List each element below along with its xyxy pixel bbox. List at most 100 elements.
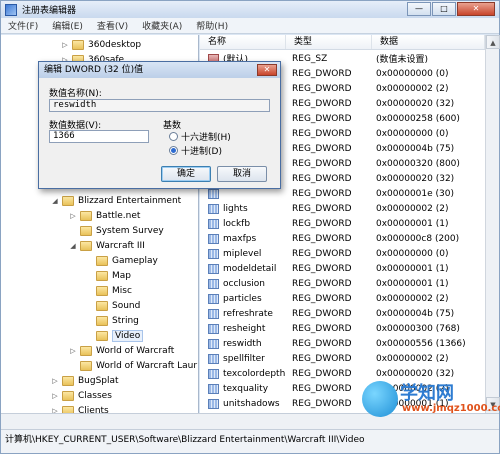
- value-row[interactable]: reswidth REG_DWORD 0x00000556 (1366): [200, 336, 499, 351]
- value-name-cell: spellfilter: [200, 353, 286, 364]
- value-data: 0x00000002 (2): [376, 203, 449, 214]
- folder-icon: [80, 240, 92, 251]
- decimal-radio-dot[interactable]: [169, 146, 178, 155]
- value-row[interactable]: lockfb REG_DWORD 0x00000001 (1): [200, 216, 499, 231]
- folder-icon: [72, 39, 84, 50]
- tree-item[interactable]: ▷ World of Warcraft: [69, 343, 174, 358]
- value-name-cell: maxfps: [200, 233, 286, 244]
- tree-expander-icon[interactable]: ▷: [69, 347, 77, 355]
- tree-item[interactable]: Gameplay: [85, 253, 158, 268]
- dword-value-icon: [208, 308, 219, 319]
- decimal-radio-label: 十进制(D): [181, 147, 222, 157]
- value-type: REG_DWORD: [292, 323, 352, 334]
- value-name: maxfps: [223, 233, 257, 244]
- watermark-logo-icon: [362, 381, 398, 417]
- value-type: REG_DWORD: [292, 188, 352, 199]
- tree-item[interactable]: ▷ Clients: [51, 403, 109, 413]
- tree-item[interactable]: ▷ Classes: [51, 388, 112, 403]
- value-row[interactable]: particles REG_DWORD 0x00000002 (2): [200, 291, 499, 306]
- maximize-button[interactable]: □: [432, 2, 456, 16]
- value-row[interactable]: occlusion REG_DWORD 0x00000001 (1): [200, 276, 499, 291]
- column-name[interactable]: 名称: [200, 35, 286, 49]
- tree-expander-icon[interactable]: ▷: [51, 392, 59, 400]
- hex-radio-dot[interactable]: [169, 132, 178, 141]
- tree-item-label: Battle.net: [96, 210, 141, 221]
- tree-expander-icon[interactable]: ▷: [61, 41, 69, 49]
- folder-icon: [62, 405, 74, 413]
- tree-expander-icon[interactable]: ◢: [69, 242, 77, 250]
- vertical-scrollbar[interactable]: ▲ ▼: [485, 35, 500, 413]
- close-button[interactable]: ✕: [457, 2, 495, 16]
- column-type[interactable]: 类型: [286, 35, 372, 49]
- value-name: miplevel: [223, 248, 262, 259]
- tree-expander-icon[interactable]: ▷: [51, 377, 59, 385]
- tree-item-label: System Survey: [96, 225, 164, 236]
- dword-value-icon: [208, 398, 219, 409]
- value-type: REG_DWORD: [292, 158, 352, 169]
- tree-item[interactable]: Video: [85, 328, 144, 343]
- tree-item-label: Blizzard Entertainment: [78, 195, 182, 206]
- value-type: REG_DWORD: [292, 398, 352, 409]
- value-name-cell: lockfb: [200, 218, 286, 229]
- tree-item[interactable]: Map: [85, 268, 131, 283]
- value-row[interactable]: resheight REG_DWORD 0x00000300 (768): [200, 321, 499, 336]
- value-name-field[interactable]: reswidth: [49, 99, 270, 112]
- value-name: modeldetail: [223, 263, 277, 274]
- hex-radio[interactable]: 十六进制(H): [169, 130, 231, 143]
- tree-item[interactable]: ▷ Battle.net: [69, 208, 140, 223]
- menu-file[interactable]: 文件(F): [1, 19, 45, 32]
- value-data: 0x00000556 (1366): [376, 338, 466, 349]
- tree-item[interactable]: ▷ BugSplat: [51, 373, 119, 388]
- tree-item[interactable]: String: [85, 313, 139, 328]
- decimal-radio[interactable]: 十进制(D): [169, 144, 222, 157]
- value-row[interactable]: lights REG_DWORD 0x00000002 (2): [200, 201, 499, 216]
- tree-item[interactable]: World of Warcraft Laur: [69, 358, 197, 373]
- value-type: REG_DWORD: [292, 233, 352, 244]
- scroll-up-icon[interactable]: ▲: [486, 35, 500, 49]
- value-type: REG_DWORD: [292, 338, 352, 349]
- tree-item[interactable]: ▷ 360desktop: [61, 37, 141, 52]
- value-type: REG_DWORD: [292, 113, 352, 124]
- tree-item[interactable]: Misc: [85, 283, 132, 298]
- value-name: reswidth: [223, 338, 262, 349]
- tree-item[interactable]: ◢ Warcraft III: [69, 238, 145, 253]
- menu-edit[interactable]: 编辑(E): [45, 19, 90, 32]
- tree-item-label: Warcraft III: [96, 240, 145, 251]
- tree-item[interactable]: System Survey: [69, 223, 164, 238]
- value-row[interactable]: spellfilter REG_DWORD 0x00000002 (2): [200, 351, 499, 366]
- column-data[interactable]: 数据: [372, 35, 485, 49]
- menu-help[interactable]: 帮助(H): [189, 19, 235, 32]
- value-row[interactable]: maxfps REG_DWORD 0x000000c8 (200): [200, 231, 499, 246]
- ok-button[interactable]: 确定: [161, 166, 211, 182]
- tree-item[interactable]: ◢ Blizzard Entertainment: [51, 193, 181, 208]
- value-data: 0x00000001 (1): [376, 218, 449, 229]
- site-watermark: 学知网 www.jmqz1000.com: [362, 377, 500, 429]
- value-row[interactable]: miplevel REG_DWORD 0x00000000 (0): [200, 246, 499, 261]
- watermark-brand: 学知网: [400, 383, 454, 404]
- dialog-close-button[interactable]: ✕: [257, 64, 277, 76]
- value-data: 0x00000000 (0): [376, 68, 449, 79]
- value-name: spellfilter: [223, 353, 265, 364]
- value-type: REG_DWORD: [292, 143, 352, 154]
- watermark-url: www.jmqz1000.com: [402, 403, 500, 414]
- cancel-button[interactable]: 取消: [217, 166, 267, 182]
- value-row[interactable]: modeldetail REG_DWORD 0x00000001 (1): [200, 261, 499, 276]
- value-name: lockfb: [223, 218, 251, 229]
- tree-item[interactable]: Sound: [85, 298, 140, 313]
- menu-view[interactable]: 查看(V): [90, 19, 135, 32]
- value-data: 0x0000004b (75): [376, 143, 455, 154]
- tree-expander-icon[interactable]: ◢: [51, 197, 59, 205]
- tree-item-label: BugSplat: [78, 375, 119, 386]
- value-data-field[interactable]: 1366: [49, 130, 149, 143]
- tree-item-label: Sound: [112, 300, 141, 311]
- value-row[interactable]: refreshrate REG_DWORD 0x0000004b (75): [200, 306, 499, 321]
- folder-icon: [62, 375, 74, 386]
- menu-favorites[interactable]: 收藏夹(A): [135, 19, 189, 32]
- value-data: 0x000000c8 (200): [376, 233, 460, 244]
- value-type: REG_DWORD: [292, 98, 352, 109]
- tree-expander-icon[interactable]: ▷: [69, 212, 77, 220]
- folder-icon: [62, 390, 74, 401]
- minimize-button[interactable]: —: [407, 2, 431, 16]
- dialog-title: 编辑 DWORD (32 位)值: [39, 62, 280, 78]
- hex-radio-label: 十六进制(H): [181, 133, 231, 143]
